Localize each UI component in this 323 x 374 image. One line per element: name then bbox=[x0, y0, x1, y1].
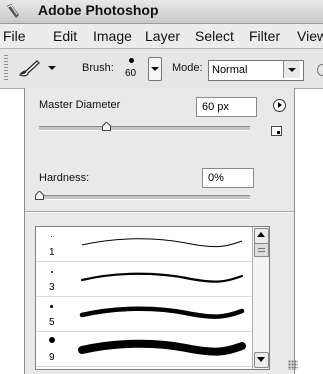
mode-label: Mode: bbox=[172, 62, 203, 74]
save-preset-icon[interactable] bbox=[271, 126, 282, 136]
mode-dropdown-button[interactable] bbox=[283, 61, 300, 78]
brush-picker-panel: Master Diameter 60 px Hardness: 0% 1 3 5… bbox=[24, 88, 295, 374]
panel-resize-grip[interactable] bbox=[288, 360, 298, 370]
menu-select[interactable]: Select bbox=[195, 28, 234, 44]
brush-preset-row[interactable]: 9 bbox=[36, 332, 252, 367]
chevron-down-icon bbox=[151, 67, 159, 71]
scroll-down-button[interactable] bbox=[254, 352, 269, 368]
brush-label: Brush: bbox=[82, 62, 114, 74]
brush-preset-size: 1 bbox=[49, 247, 55, 258]
arrow-down-icon bbox=[257, 357, 265, 362]
brush-stroke-preview bbox=[79, 306, 245, 319]
panel-menu-button[interactable] bbox=[273, 99, 286, 112]
brush-size-value: 60 bbox=[125, 68, 137, 79]
brush-list-scrollbar[interactable] bbox=[252, 227, 269, 369]
brush-preset-row[interactable]: 3 bbox=[36, 262, 252, 297]
brush-tip-dot bbox=[129, 58, 134, 63]
brush-preset-size: 3 bbox=[49, 282, 55, 293]
brush-preview[interactable]: 60 bbox=[122, 56, 142, 82]
photoshop-app-icon bbox=[7, 4, 19, 18]
tool-preset-picker[interactable] bbox=[16, 57, 56, 79]
brush-preset-list: 1 3 5 9 bbox=[35, 226, 270, 370]
hardness-slider-thumb[interactable] bbox=[34, 191, 44, 200]
brush-stroke-preview bbox=[81, 238, 243, 248]
arrow-up-icon bbox=[257, 232, 265, 237]
menu-image[interactable]: Image bbox=[93, 28, 132, 44]
master-diameter-value: 60 px bbox=[202, 101, 229, 113]
menu-bar: File Edit Image Layer Select Filter View bbox=[0, 24, 323, 49]
menu-filter[interactable]: Filter bbox=[249, 28, 280, 44]
hardness-label: Hardness: bbox=[39, 172, 90, 184]
menu-edit[interactable]: Edit bbox=[53, 28, 77, 44]
menu-layer[interactable]: Layer bbox=[145, 28, 180, 44]
master-diameter-input[interactable]: 60 px bbox=[196, 97, 257, 117]
brush-preset-thumb: 3 bbox=[39, 263, 69, 295]
brush-preset-row[interactable]: 1 bbox=[36, 227, 252, 262]
brush-preset-size: 9 bbox=[49, 352, 55, 363]
options-circle-icon[interactable] bbox=[317, 64, 323, 76]
master-diameter-slider-thumb[interactable] bbox=[102, 122, 112, 131]
hardness-input[interactable]: 0% bbox=[202, 168, 254, 188]
hardness-value: 0% bbox=[208, 172, 224, 184]
brush-picker-button[interactable] bbox=[148, 57, 162, 81]
scroll-up-button[interactable] bbox=[254, 228, 269, 244]
brush-stroke-preview bbox=[78, 339, 246, 356]
menu-file[interactable]: File bbox=[3, 28, 26, 44]
brush-preset-thumb: 9 bbox=[39, 333, 69, 365]
brush-preset-row[interactable]: 5 bbox=[36, 297, 252, 332]
brush-stroke-preview bbox=[80, 272, 244, 283]
brush-preset-size: 5 bbox=[49, 317, 55, 328]
play-arrow-icon bbox=[278, 102, 282, 108]
menu-view[interactable]: View bbox=[297, 28, 323, 44]
options-bar-grip[interactable] bbox=[4, 55, 8, 81]
mode-value: Normal bbox=[212, 64, 248, 76]
chevron-down-icon bbox=[288, 68, 296, 72]
brush-preset-thumb: 5 bbox=[39, 298, 69, 330]
hardness-slider[interactable] bbox=[39, 195, 250, 200]
brush-preset-thumb: 1 bbox=[39, 228, 69, 260]
brush-icon bbox=[19, 60, 56, 77]
chevron-down-icon bbox=[48, 66, 56, 70]
title-bar: Adobe Photoshop bbox=[0, 0, 323, 24]
window-title: Adobe Photoshop bbox=[38, 2, 159, 18]
master-diameter-slider[interactable] bbox=[39, 126, 250, 131]
scroll-thumb[interactable] bbox=[254, 243, 269, 257]
master-diameter-label: Master Diameter bbox=[39, 99, 121, 111]
panel-divider bbox=[25, 211, 294, 213]
